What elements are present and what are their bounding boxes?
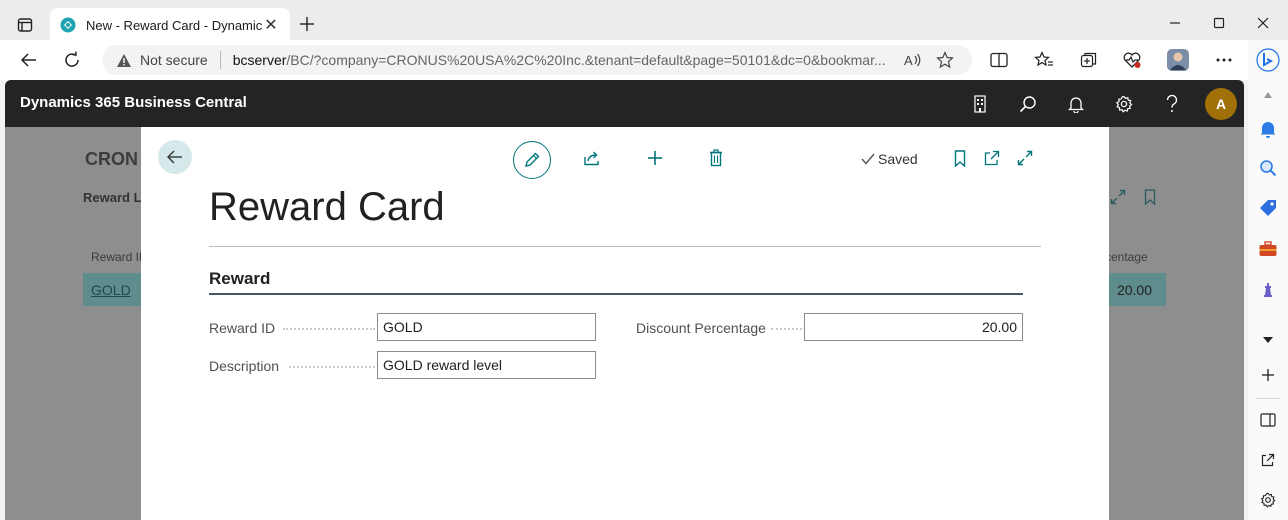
tab-title: New - Reward Card - Dynamics 3 [86,17,262,33]
title-divider [209,246,1041,247]
discount-percentage-label: Discount Percentage [636,320,766,336]
tab-close-icon[interactable]: ✕ [262,15,280,35]
share-icon[interactable] [579,145,605,171]
description-label: Description [209,358,280,374]
url-separator [219,51,221,69]
svg-text:A: A [904,53,913,68]
bc-app-header: Dynamics 365 Business Central A [5,80,1244,127]
tab-actions-icon[interactable] [12,12,38,38]
sidebar-divider [1256,398,1280,399]
refresh-icon[interactable] [58,48,86,72]
expand-icon[interactable] [1012,145,1038,171]
tools-briefcase-icon[interactable] [1256,237,1280,261]
close-window-icon[interactable] [1248,10,1278,36]
help-question-icon[interactable] [1160,92,1184,116]
edge-sidebar [1248,40,1288,520]
read-aloud-icon[interactable]: A [900,49,926,71]
games-chess-icon[interactable] [1256,277,1280,301]
user-avatar[interactable]: A [1205,88,1237,120]
collections-icon[interactable] [1075,48,1103,72]
notification-bell-icon[interactable] [1064,92,1088,116]
reward-card-dialog: Saved Reward Card Reward Reward ID Descr… [141,127,1109,520]
bookmark-icon[interactable] [947,145,973,171]
background-page-title: CRON [85,149,138,169]
notification-bell-side-icon[interactable] [1256,117,1280,141]
open-new-window-icon[interactable] [979,145,1005,171]
split-screen-icon[interactable] [985,48,1013,72]
section-header-reward[interactable]: Reward [209,269,270,289]
search-side-icon[interactable] [1256,156,1280,180]
external-link-icon[interactable] [1256,448,1280,472]
company-building-icon[interactable] [968,92,992,116]
url-text[interactable]: bcserver/BC/?company=CRONUS%20USA%2C%20I… [233,52,894,68]
background-row-value: 20.00 [1116,282,1152,298]
description-field[interactable] [377,351,596,379]
bing-copilot-icon[interactable] [1256,48,1280,72]
background-col-percentage: centage [1105,250,1148,264]
not-secure-label[interactable]: Not secure [140,52,208,68]
settings-gear-icon[interactable] [1112,92,1136,116]
edit-pencil-button[interactable] [513,141,551,179]
reward-id-field[interactable] [377,313,596,341]
background-bookmark-icon [1140,187,1160,207]
search-icon[interactable] [1016,92,1040,116]
favorite-star-icon[interactable] [932,49,958,71]
hide-sidebar-icon[interactable] [1256,408,1280,432]
section-divider [209,293,1023,295]
discount-percentage-field[interactable] [804,313,1023,341]
more-options-icon[interactable] [1210,48,1238,72]
bc-favicon-icon [60,17,76,33]
new-plus-icon[interactable] [642,145,668,171]
url-host: bcserver [232,52,287,68]
url-bar[interactable]: Not secure bcserver/BC/?company=CRONUS%2… [102,45,972,75]
shopping-tag-icon[interactable] [1256,196,1280,220]
background-subpage-title: Reward L [83,190,142,205]
browser-tab-active[interactable]: New - Reward Card - Dynamics 3 ✕ [50,8,290,42]
app-brand-title[interactable]: Dynamics 365 Business Central [20,94,247,111]
discount-percentage-dots [771,328,802,330]
scroll-up-icon[interactable] [1256,83,1280,107]
reward-id-label: Reward ID [209,320,276,336]
address-toolbar: Not secure bcserver/BC/?company=CRONUS%2… [0,40,1288,80]
maximize-icon[interactable] [1204,10,1234,36]
favorites-icon[interactable] [1030,48,1058,72]
background-expand-icon [1108,187,1128,207]
warning-icon[interactable] [116,53,132,68]
save-status-label: Saved [878,151,918,167]
background-col-reward-id: Reward ID [91,250,148,264]
url-path: /BC/?company=CRONUS%20USA%2C%20Inc.&tena… [286,52,886,68]
reward-id-dots [283,328,375,330]
minimize-icon[interactable] [1160,10,1190,36]
back-arrow-button[interactable] [158,140,192,174]
new-tab-icon[interactable] [296,13,318,35]
profile-avatar-icon[interactable] [1164,48,1192,72]
scroll-down-icon[interactable] [1256,328,1280,352]
health-heart-icon[interactable] [1118,48,1146,72]
description-dots [289,366,375,368]
checkmark-icon [861,153,875,165]
save-status: Saved [861,151,918,167]
sidebar-settings-gear-icon[interactable] [1256,488,1280,512]
back-icon[interactable] [15,48,43,72]
delete-trash-icon[interactable] [703,145,729,171]
page-title: Reward Card [209,185,445,229]
background-row-id: GOLD [91,282,131,298]
add-sidebar-plus-icon[interactable] [1256,363,1280,387]
